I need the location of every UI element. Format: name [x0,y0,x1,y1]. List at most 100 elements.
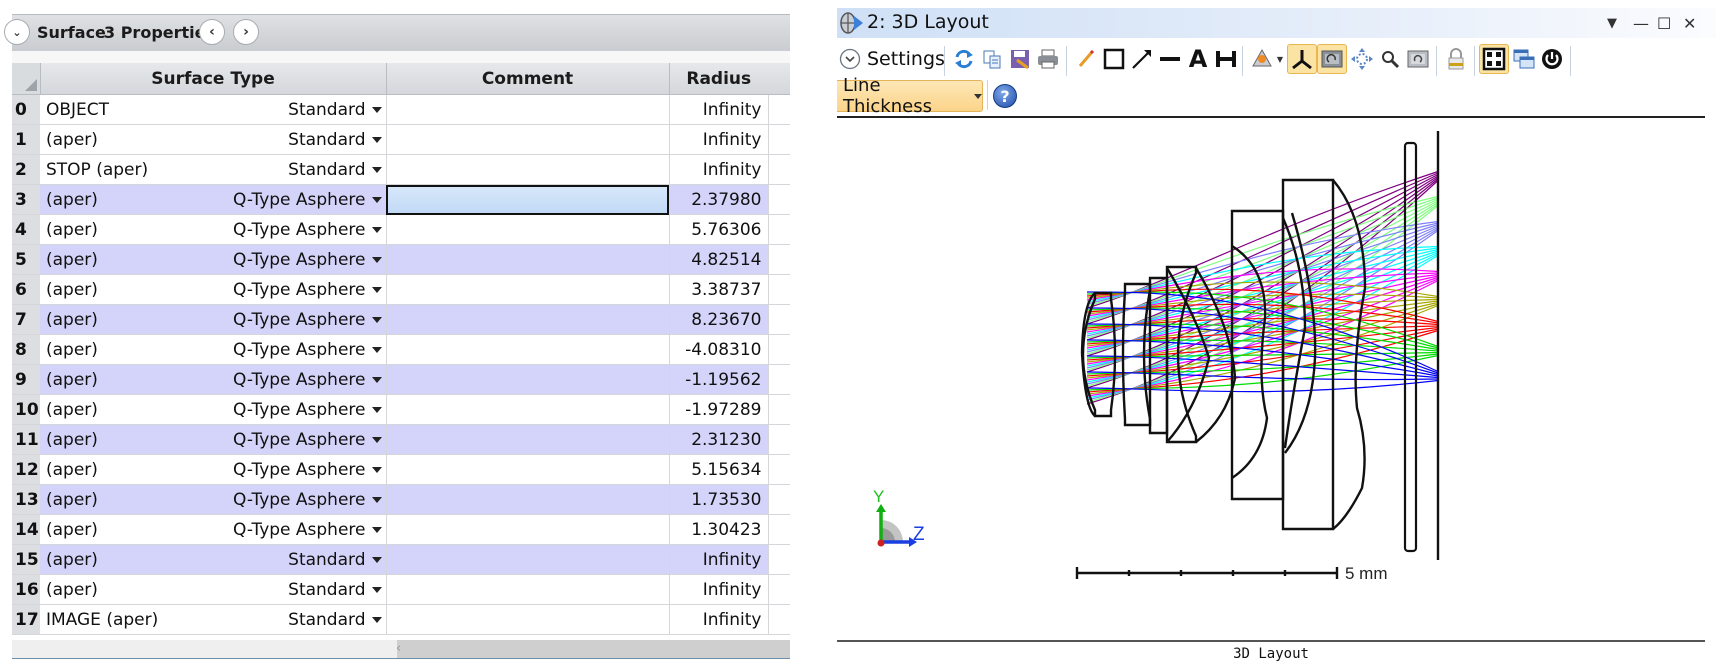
layout-plot[interactable]: Y Z 5 mm [837,118,1705,640]
surface-type-dropdown[interactable]: Q-Type Asphere [233,490,382,510]
tile-windows-button[interactable] [1509,44,1539,74]
surface-type-dropdown[interactable]: Q-Type Asphere [233,340,382,360]
radius-cell[interactable]: Infinity [669,154,769,185]
reset-view-button[interactable] [1317,44,1347,74]
radius-cell[interactable]: -4.08310 [669,334,769,365]
surface-type-dropdown[interactable]: Standard [288,100,382,120]
surface-type-cell[interactable]: (aper) Standard [40,124,387,155]
line-thickness-dropdown[interactable]: Line Thickness [837,75,983,117]
table-row-14[interactable]: 14 (aper) Q-Type Asphere 1.30423 [12,514,790,545]
table-row-8[interactable]: 8 (aper) Q-Type Asphere -4.08310 [12,334,790,365]
table-row-15[interactable]: 15 (aper) Standard Infinity [12,544,790,575]
row-number[interactable]: 7 [12,304,40,335]
table-row-16[interactable]: 16 (aper) Standard Infinity [12,574,790,605]
radius-cell[interactable]: -1.19562 [669,364,769,395]
table-row-11[interactable]: 11 (aper) Q-Type Asphere 2.31230 [12,424,790,455]
expand-properties-button[interactable]: ⌄ [4,19,30,45]
surface-type-dropdown[interactable]: Q-Type Asphere [233,430,382,450]
fit-to-window-button[interactable] [1479,44,1509,74]
surface-type-cell[interactable]: STOP (aper) Standard [40,154,387,185]
surface-type-cell[interactable]: (aper) Q-Type Asphere [40,394,387,425]
previous-surface-button[interactable]: ‹ [199,19,225,45]
row-number[interactable]: 4 [12,214,40,245]
comment-cell[interactable] [386,214,670,245]
row-number[interactable]: 6 [12,274,40,305]
table-row-4[interactable]: 4 (aper) Q-Type Asphere 5.76306 [12,214,790,245]
radius-cell[interactable]: 2.31230 [669,424,769,455]
window-menu-dropdown-icon[interactable]: ▼ [1607,16,1617,31]
table-row-12[interactable]: 12 (aper) Q-Type Asphere 5.15634 [12,454,790,485]
table-row-6[interactable]: 6 (aper) Q-Type Asphere 3.38737 [12,274,790,305]
comment-cell[interactable] [386,154,670,185]
rotate-3d-dropdown[interactable]: ▼ [1247,44,1287,74]
surface-type-dropdown[interactable]: Q-Type Asphere [233,520,382,540]
help-button[interactable]: ? [993,84,1017,108]
surface-type-cell[interactable]: (aper) Q-Type Asphere [40,244,387,275]
surface-type-cell[interactable]: (aper) Q-Type Asphere [40,214,387,245]
row-number[interactable]: 11 [12,424,40,455]
comment-cell[interactable] [386,274,670,305]
surface-type-cell[interactable]: (aper) Q-Type Asphere [40,274,387,305]
surface-type-dropdown[interactable]: Standard [288,550,382,570]
surface-type-dropdown[interactable]: Q-Type Asphere [233,190,382,210]
row-number[interactable]: 2 [12,154,40,185]
comment-cell[interactable] [386,94,670,125]
radius-cell[interactable]: Infinity [669,544,769,575]
surface-type-dropdown[interactable]: Standard [288,130,382,150]
pencil-tool-button[interactable] [1071,44,1101,74]
radius-cell[interactable]: 1.73530 [669,484,769,515]
settings-label[interactable]: Settings [867,48,945,70]
surface-type-cell[interactable]: (aper) Q-Type Asphere [40,184,387,215]
comment-cell[interactable] [386,514,670,545]
comment-cell[interactable] [386,334,670,365]
row-number[interactable]: 1 [12,124,40,155]
rectangle-tool-button[interactable] [1099,44,1129,74]
window-title-bar[interactable]: 2: 3D Layout ▼ — ☐ ✕ [837,8,1716,38]
radius-cell[interactable]: 5.76306 [669,214,769,245]
surface-type-dropdown[interactable]: Q-Type Asphere [233,370,382,390]
show-axes-button[interactable] [1287,44,1317,74]
radius-cell[interactable]: 1.30423 [669,514,769,545]
radius-cell[interactable]: 5.15634 [669,454,769,485]
surface-type-cell[interactable]: (aper) Q-Type Asphere [40,514,387,545]
table-row-3[interactable]: 3 (aper) Q-Type Asphere 2.37980 [12,184,790,215]
save-button[interactable] [1005,44,1035,74]
radius-cell[interactable]: 4.82514 [669,244,769,275]
lock-button[interactable] [1441,44,1471,74]
row-number[interactable]: 14 [12,514,40,545]
row-number[interactable]: 13 [12,484,40,515]
comment-cell[interactable] [386,454,670,485]
line-tool-button[interactable] [1155,44,1185,74]
zoom-button[interactable] [1375,44,1405,74]
text-tool-button[interactable]: A [1183,44,1213,74]
comment-cell[interactable] [386,394,670,425]
surface-type-cell[interactable]: (aper) Standard [40,574,387,605]
power-button[interactable] [1537,44,1567,74]
surface-type-cell[interactable]: OBJECT Standard [40,94,387,125]
row-number[interactable]: 10 [12,394,40,425]
surface-type-dropdown[interactable]: Q-Type Asphere [233,280,382,300]
surface-type-dropdown[interactable]: Standard [288,160,382,180]
row-number[interactable]: 5 [12,244,40,275]
comment-cell[interactable] [386,484,670,515]
row-number[interactable]: 3 [12,184,40,215]
surface-type-dropdown[interactable]: Q-Type Asphere [233,250,382,270]
surface-type-cell[interactable]: (aper) Q-Type Asphere [40,454,387,485]
surface-type-dropdown[interactable]: Standard [288,580,382,600]
row-number[interactable]: 0 [12,94,40,125]
select-all-corner[interactable] [12,63,41,95]
column-header-surface-type[interactable]: Surface Type [40,63,387,95]
settings-toggle-button[interactable] [835,44,865,74]
row-number[interactable]: 12 [12,454,40,485]
comment-cell[interactable] [386,574,670,605]
table-row-9[interactable]: 9 (aper) Q-Type Asphere -1.19562 [12,364,790,395]
surface-type-dropdown[interactable]: Standard [288,610,382,630]
row-number[interactable]: 17 [12,604,40,635]
scrollbar-track[interactable] [12,640,397,658]
row-number[interactable]: 9 [12,364,40,395]
maximize-icon[interactable]: ☐ [1657,14,1671,33]
comment-cell[interactable] [386,364,670,395]
surface-type-cell[interactable]: (aper) Q-Type Asphere [40,364,387,395]
radius-cell[interactable]: Infinity [669,124,769,155]
surface-type-cell[interactable]: (aper) Standard [40,544,387,575]
